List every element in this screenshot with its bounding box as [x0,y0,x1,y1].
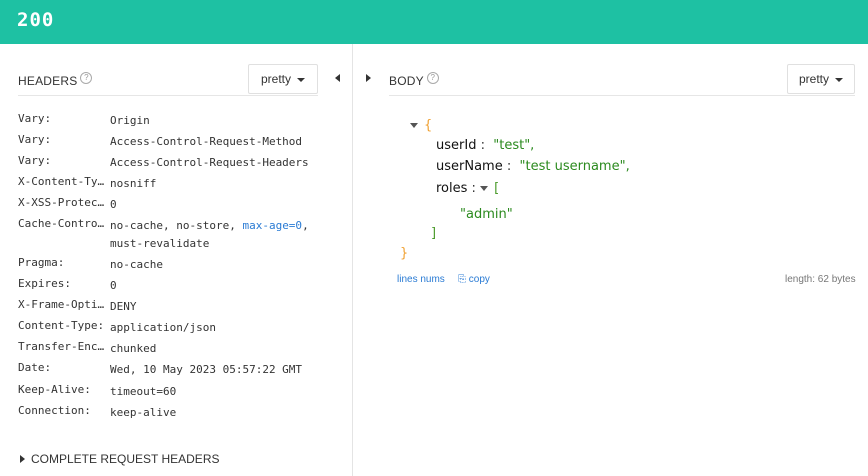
json-colon: : [506,159,512,174]
collapse-left-icon[interactable] [335,74,340,82]
body-divider [389,95,855,96]
status-code: 200 [17,9,55,31]
headers-format-label: pretty [260,72,291,86]
header-value: no-cache [110,258,163,271]
chevron-down-icon [297,78,305,82]
header-key: Vary: [18,112,52,125]
header-row: Keep-Alive: timeout=60 [18,383,176,401]
header-key: Transfer-Enc… [18,340,105,353]
header-value: timeout=60 [110,385,177,398]
header-row: Content-Type: application/json [18,319,216,337]
panel-divider[interactable] [352,44,353,476]
json-open-brace: { [424,118,433,133]
header-row: X-XSS-Protec… 0 [18,196,117,214]
header-key: X-Frame-Opti… [18,298,105,311]
header-key: Vary: [18,154,52,167]
copy-button[interactable]: ⎘ copy [458,274,490,285]
help-icon[interactable]: ? [426,72,439,84]
complete-request-headers-toggle[interactable]: COMPLETE REQUEST HEADERS [20,452,219,466]
header-value-part: must-revalidate [110,237,210,250]
json-property: userId : "test", [436,138,534,153]
json-property: userName : "test username", [436,159,630,174]
header-value: Origin [110,114,150,127]
json-root-line: { [410,118,432,133]
header-row: Date: Wed, 10 May 2023 05:57:22 GMT [18,361,302,379]
header-key: Vary: [18,133,52,146]
header-value: chunked [110,342,157,355]
collapse-toggle-icon[interactable] [410,123,418,128]
header-row: Pragma: no-cache [18,256,163,274]
status-bar: 200 [0,0,868,44]
json-colon: : [480,138,485,153]
header-row: Vary: Access-Control-Request-Method [18,133,302,151]
copy-icon: ⎘ [458,274,466,285]
header-value: 0 [110,279,117,292]
json-close-bracket: ] [431,226,437,241]
json-key: userName [436,159,503,174]
headers-title-text: HEADERS [18,74,78,88]
header-row: Transfer-Enc… chunked [18,340,156,358]
body-format-select[interactable]: pretty [787,64,855,94]
header-value-part: , [302,219,309,232]
header-value: DENY [110,300,137,313]
complete-request-headers-label: COMPLETE REQUEST HEADERS [31,452,220,466]
body-title-text: BODY [389,74,424,88]
json-string-value: "test username", [519,159,630,174]
json-close-bracket-line: ] [431,226,436,241]
json-string-value: "admin" [460,207,513,222]
copy-label: copy [468,274,490,285]
header-row: Cache-Contro… no-cache, no-store, max-ag… [18,217,309,253]
header-row: Vary: Access-Control-Request-Headers [18,154,309,172]
json-colon: : [471,181,476,196]
json-close-brace: } [400,246,409,261]
header-key: X-Content-Ty… [18,175,105,188]
header-key: Date: [18,361,52,374]
headers-format-select[interactable]: pretty [248,64,318,94]
json-key: userId [436,138,477,153]
header-key: Content-Type: [18,319,105,332]
header-value: application/json [110,321,216,334]
json-array-item: "admin" [460,207,513,222]
json-property: roles : [ [436,181,499,196]
lines-nums-link[interactable]: lines nums [397,274,445,285]
header-value: Access-Control-Request-Method [110,135,303,148]
header-row: Expires: 0 [18,277,117,295]
header-row: X-Frame-Opti… DENY [18,298,137,316]
header-value: Access-Control-Request-Headers [110,156,309,169]
header-value: no-cache, no-store, max-age=0, must-reval… [110,217,309,253]
header-value: nosniff [110,177,157,190]
json-close-brace-line: } [400,246,408,261]
collapse-toggle-icon[interactable] [480,186,489,191]
header-value-link: max-age=0 [242,219,303,232]
header-key: Cache-Contro… [18,217,105,230]
chevron-down-icon [835,78,843,82]
header-value: keep-alive [110,406,177,419]
header-key: Keep-Alive: [18,383,91,396]
header-row: Connection: keep-alive [18,404,176,422]
header-row: X-Content-Ty… nosniff [18,175,156,193]
header-key: Pragma: [18,256,65,269]
body-format-label: pretty [798,72,829,86]
header-value-part: no-cache, no-store, [110,219,243,232]
caret-right-icon [20,455,25,463]
json-string-value: "test", [493,138,535,153]
header-key: Connection: [18,404,91,417]
header-key: Expires: [18,277,71,290]
headers-title: HEADERS? [18,72,93,88]
header-value: Wed, 10 May 2023 05:57:22 GMT [110,363,303,376]
json-key: roles [436,181,468,196]
length-indicator: length: 62 bytes [785,274,856,285]
header-key: X-XSS-Protec… [18,196,105,209]
headers-divider [18,95,318,96]
header-row: Vary: Origin [18,112,150,130]
collapse-right-icon[interactable] [366,74,371,82]
body-title: BODY? [389,72,439,88]
json-open-bracket: [ [494,181,500,196]
header-value: 0 [110,198,117,211]
help-icon[interactable]: ? [80,72,93,84]
